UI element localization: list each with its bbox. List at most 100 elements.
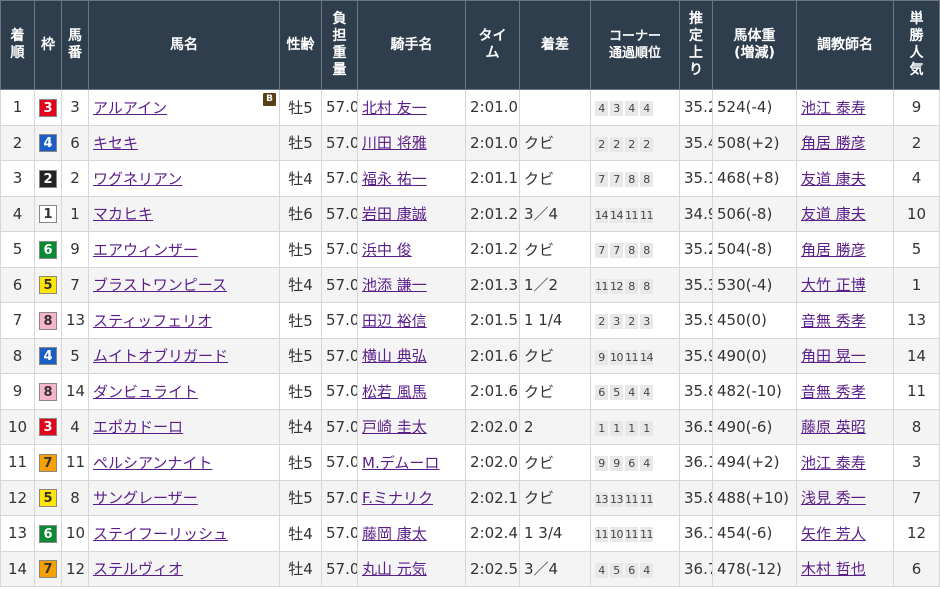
- trainer-name-link[interactable]: 池江 泰寿: [801, 454, 866, 472]
- jockey-name-link[interactable]: M.デムーロ: [362, 454, 439, 472]
- jockey-name-link[interactable]: F.ミナリク: [362, 489, 433, 507]
- waku-cell: 3: [34, 408, 62, 445]
- trainer-name-link[interactable]: 友道 康夫: [801, 170, 866, 188]
- body-weight-cell: 494(+2): [712, 444, 797, 481]
- corner-position: 5: [610, 385, 623, 401]
- trainer-name-link[interactable]: 池江 泰寿: [801, 99, 866, 117]
- horse-name-link[interactable]: キセキ: [93, 134, 138, 152]
- header-trainer: 調教師名: [796, 0, 894, 90]
- blinker-icon: B: [263, 93, 276, 106]
- horse-cell: マカヒキ: [88, 195, 280, 232]
- corner-position: 8: [640, 278, 653, 294]
- jockey-name-link[interactable]: 横山 典弘: [362, 347, 427, 365]
- horse-name-link[interactable]: ペルシアンナイト: [93, 454, 212, 472]
- trainer-name-link[interactable]: 角居 勝彦: [801, 134, 866, 152]
- jockey-name-link[interactable]: 田辺 裕信: [362, 312, 427, 330]
- header-row: 着順 枠 馬番 馬名 性齢 負担重量 騎手名 タイム 着差 コーナー通過順位 推…: [0, 0, 940, 90]
- popularity-cell: 12: [893, 515, 940, 552]
- corner-position: 8: [625, 278, 638, 294]
- jockey-name-link[interactable]: 北村 友一: [362, 99, 427, 117]
- jockey-name-link[interactable]: 浜中 俊: [362, 241, 412, 259]
- trainer-cell: 友道 康夫: [796, 160, 894, 197]
- margin-cell: 3／4: [519, 550, 591, 587]
- trainer-name-link[interactable]: 音無 秀孝: [801, 312, 866, 330]
- horse-cell: エアウィンザー: [88, 231, 280, 268]
- horse-name-link[interactable]: サングレーザー: [93, 489, 198, 507]
- body-weight-cell: 488(+10): [712, 479, 797, 516]
- header-waku-label: 枠: [41, 36, 55, 53]
- corner-position: 13: [610, 491, 624, 507]
- waku-cell: 7: [34, 550, 62, 587]
- time-cell: 2:01.5: [465, 302, 520, 339]
- header-umaban-label: 馬番: [68, 28, 82, 61]
- rank-cell: 6: [0, 266, 35, 303]
- horse-cell: サングレーザー: [88, 479, 280, 516]
- trainer-name-link[interactable]: 音無 秀孝: [801, 383, 866, 401]
- popularity-cell: 6: [893, 550, 940, 587]
- trainer-name-link[interactable]: 角田 晃一: [801, 347, 866, 365]
- time-cell: 2:01.0: [465, 124, 520, 161]
- trainer-name-link[interactable]: 浅見 秀一: [801, 489, 866, 507]
- header-last3f: 推定上り: [679, 0, 713, 90]
- trainer-cell: 友道 康夫: [796, 195, 894, 232]
- jockey-cell: 北村 友一: [357, 89, 466, 126]
- jockey-name-link[interactable]: 松若 風馬: [362, 383, 427, 401]
- jockey-cell: F.ミナリク: [357, 479, 466, 516]
- trainer-name-link[interactable]: 大竹 正博: [801, 276, 866, 294]
- rank-cell: 12: [0, 479, 35, 516]
- jockey-name-link[interactable]: 池添 謙一: [362, 276, 427, 294]
- header-waku: 枠: [34, 0, 62, 90]
- sexage-cell: 牡5: [279, 337, 322, 374]
- horse-name-link[interactable]: マカヒキ: [93, 205, 153, 223]
- weight-carried-cell: 57.0: [321, 195, 358, 232]
- trainer-cell: 木村 哲也: [796, 550, 894, 587]
- corner-position: 9: [610, 456, 623, 472]
- jockey-name-link[interactable]: 藤岡 康太: [362, 525, 427, 543]
- weight-carried-cell: 57.0: [321, 124, 358, 161]
- horse-cell: ステルヴィオ: [88, 550, 280, 587]
- weight-carried-cell: 57.0: [321, 479, 358, 516]
- horse-name-link[interactable]: ワグネリアン: [93, 170, 182, 188]
- corner-position: 8: [640, 243, 653, 259]
- corner-position: 14: [610, 207, 624, 223]
- corner-position: 1: [625, 420, 638, 436]
- jockey-name-link[interactable]: 福永 祐一: [362, 170, 427, 188]
- horse-name-link[interactable]: ブラストワンピース: [93, 276, 227, 294]
- jockey-name-link[interactable]: 岩田 康誠: [362, 205, 427, 223]
- horse-name-link[interactable]: エアウィンザー: [93, 241, 198, 259]
- horse-name-link[interactable]: ステルヴィオ: [93, 560, 183, 578]
- jockey-name-link[interactable]: 戸崎 圭太: [362, 418, 427, 436]
- corner-cell: 2323: [590, 302, 680, 339]
- trainer-name-link[interactable]: 角居 勝彦: [801, 241, 866, 259]
- jockey-name-link[interactable]: 川田 将雅: [362, 134, 427, 152]
- trainer-name-link[interactable]: 友道 康夫: [801, 205, 866, 223]
- horse-name-link[interactable]: アルアイン: [93, 99, 167, 117]
- body-weight-cell: 454(-6): [712, 515, 797, 552]
- corner-position: 7: [610, 243, 623, 259]
- horse-name-link[interactable]: ムイトオブリガード: [93, 347, 228, 365]
- corner-cell: 4564: [590, 550, 680, 587]
- horse-name-link[interactable]: ステイフーリッシュ: [93, 525, 228, 543]
- corner-position: 7: [595, 243, 608, 259]
- body-weight-cell: 508(+2): [712, 124, 797, 161]
- horse-name-link[interactable]: スティッフェリオ: [93, 312, 212, 330]
- horse-name-link[interactable]: ダンビュライト: [93, 383, 198, 401]
- jockey-cell: 戸崎 圭太: [357, 408, 466, 445]
- horse-name-link[interactable]: エポカドーロ: [93, 418, 183, 436]
- trainer-name-link[interactable]: 藤原 英昭: [801, 418, 866, 436]
- rank-cell: 11: [0, 444, 35, 481]
- header-sexage: 性齢: [279, 0, 322, 90]
- corner-position: 3: [640, 314, 653, 330]
- waku-cell: 5: [34, 266, 62, 303]
- trainer-name-link[interactable]: 木村 哲也: [801, 560, 866, 578]
- time-cell: 2:02.0: [465, 444, 520, 481]
- corner-position: 10: [610, 349, 624, 365]
- table-row: 7 8 13 スティッフェリオ 牡5 57.0 田辺 裕信 2:01.5 1 1/4 2 3 2 3 35…: [0, 302, 940, 339]
- corner-position: 14: [595, 207, 609, 223]
- header-rank: 着順: [0, 0, 35, 90]
- margin-cell: クビ: [519, 444, 591, 481]
- weight-carried-cell: 57.0: [321, 408, 358, 445]
- umaban-cell: 13: [61, 302, 89, 339]
- trainer-name-link[interactable]: 矢作 芳人: [801, 525, 866, 543]
- jockey-name-link[interactable]: 丸山 元気: [362, 560, 427, 578]
